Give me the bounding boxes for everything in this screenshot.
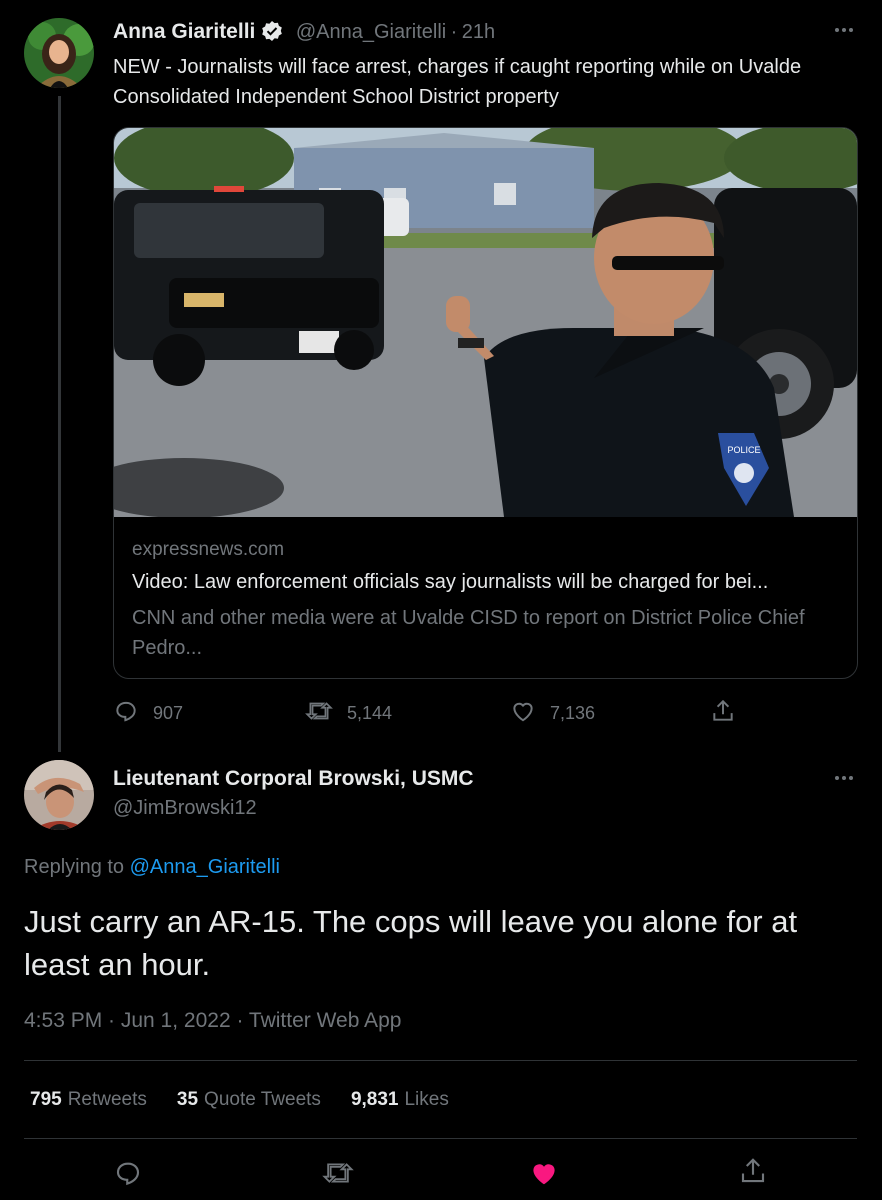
- reply-count: 907: [153, 703, 184, 723]
- card-domain: expressnews.com: [132, 539, 285, 560]
- quote-tweets-stat-count: 35: [176, 1089, 199, 1110]
- tweet-text: NEW - Journalists will face arrest, char…: [113, 56, 802, 108]
- retweet-icon: [305, 698, 333, 729]
- replying-to-prefix: Replying to: [24, 856, 125, 878]
- reply-text: Just carry an AR-15. The cops will leave…: [24, 904, 798, 982]
- retweets-stat[interactable]: 795 Retweets: [30, 1089, 147, 1111]
- avatar-browski[interactable]: [24, 760, 94, 830]
- retweets-stat-label: Retweets: [67, 1089, 147, 1110]
- time-ago[interactable]: 21h: [462, 21, 495, 43]
- more-horizontal-icon[interactable]: [832, 18, 856, 48]
- tweet-header: Anna Giaritelli @Anna_Giaritelli · 21h: [113, 20, 495, 47]
- link-card[interactable]: POLICE expressnews.com Video: Law enforc…: [113, 127, 858, 679]
- retweet-action[interactable]: 5,144: [305, 698, 392, 729]
- like-action[interactable]: 7,136: [510, 698, 595, 729]
- like-button[interactable]: [529, 1158, 559, 1193]
- divider: [24, 1060, 857, 1061]
- quote-tweets-stat-label: Quote Tweets: [204, 1089, 321, 1110]
- share-button[interactable]: [738, 1156, 768, 1191]
- heart-filled-icon: [529, 1164, 559, 1192]
- likes-stat-label: Likes: [404, 1089, 449, 1110]
- card-description: CNN and other media were at Uvalde CISD …: [132, 607, 805, 659]
- reply-display-name[interactable]: Lieutenant Corporal Browski, USMC: [113, 767, 474, 791]
- reply-timestamp[interactable]: 4:53 PM · Jun 1, 2022 · Twitter Web App: [24, 1009, 401, 1033]
- heart-icon: [510, 698, 536, 729]
- reply-button[interactable]: [113, 1158, 143, 1193]
- share-icon: [738, 1158, 768, 1190]
- tweet-stats: 795 Retweets 35 Quote Tweets 9,831 Likes: [30, 1089, 449, 1111]
- avatar-anna[interactable]: [24, 18, 94, 88]
- handle[interactable]: @Anna_Giaritelli: [296, 21, 446, 43]
- reply-handle[interactable]: @JimBrowski12: [113, 797, 257, 820]
- card-title: Video: Law enforcement officials say jou…: [132, 571, 769, 593]
- reply-icon: [113, 698, 139, 729]
- display-name[interactable]: Anna Giaritelli: [113, 20, 255, 43]
- quote-tweets-stat[interactable]: 35 Quote Tweets: [177, 1089, 321, 1111]
- retweet-count: 5,144: [347, 703, 393, 723]
- like-count: 7,136: [550, 703, 596, 723]
- divider: [24, 1138, 857, 1139]
- card-image: POLICE: [114, 128, 857, 517]
- reply-icon: [113, 1162, 143, 1192]
- card-badge-text: POLICE: [727, 445, 760, 455]
- likes-stat-count: 9,831: [350, 1089, 399, 1110]
- thread-line: [58, 96, 61, 752]
- verified-badge-icon: [261, 20, 283, 47]
- retweet-button[interactable]: [322, 1158, 354, 1193]
- retweets-stat-count: 795: [30, 1089, 62, 1110]
- reply-more-horizontal-icon[interactable]: [832, 766, 856, 796]
- retweet-icon: [322, 1163, 354, 1192]
- reply-action[interactable]: 907: [113, 698, 183, 729]
- replying-to-handle[interactable]: @Anna_Giaritelli: [130, 856, 280, 878]
- share-icon: [710, 698, 736, 729]
- separator: ·: [450, 21, 458, 43]
- replying-to: Replying to @Anna_Giaritelli: [24, 856, 280, 879]
- share-action[interactable]: [710, 698, 736, 729]
- likes-stat[interactable]: 9,831 Likes: [351, 1089, 449, 1111]
